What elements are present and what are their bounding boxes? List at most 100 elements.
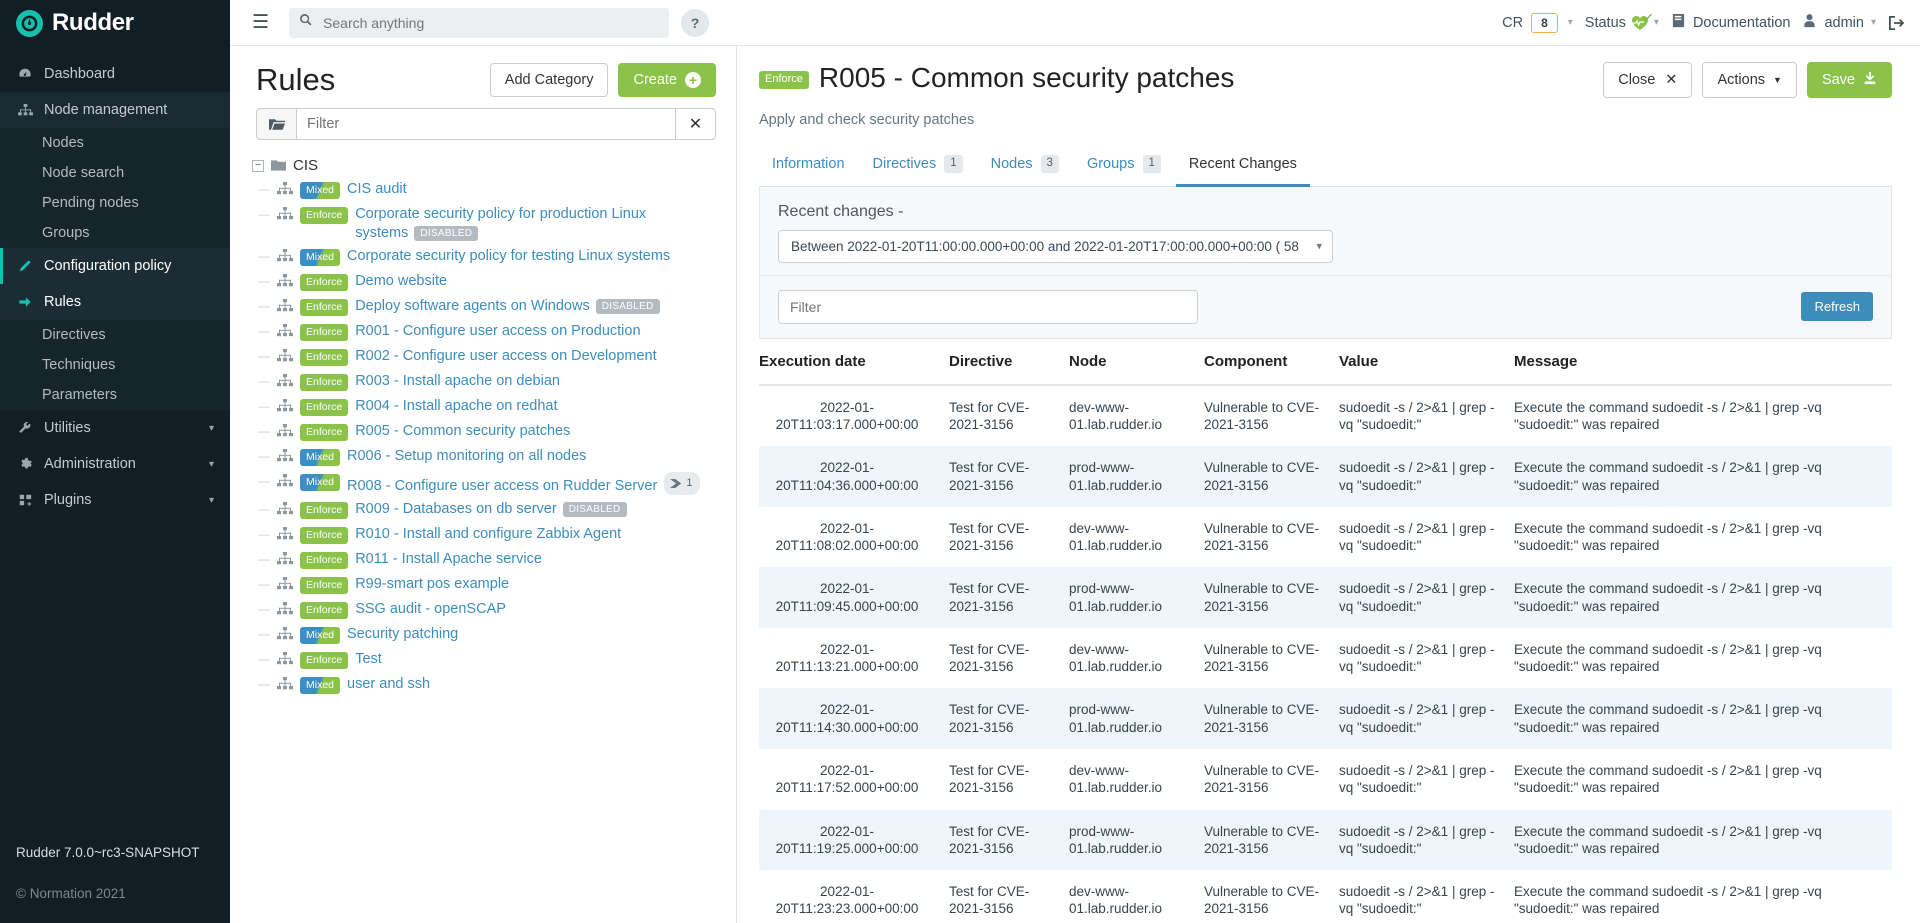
sidebar-item-utilities[interactable]: Utilities ▾ — [0, 410, 230, 446]
clear-filter-icon[interactable]: ✕ — [676, 108, 716, 140]
brand[interactable]: Rudder — [0, 0, 230, 46]
rule-name-link[interactable]: Test — [355, 650, 382, 669]
column-header-message[interactable]: Message — [1514, 339, 1892, 385]
tab-groups[interactable]: Groups 1 — [1074, 146, 1174, 187]
rule-name-link[interactable]: R002 - Configure user access on Developm… — [355, 347, 656, 366]
rule-name-link[interactable]: user and ssh — [347, 675, 430, 694]
logout-icon[interactable] — [1888, 14, 1906, 32]
column-header-execution-date[interactable]: Execution date — [759, 339, 949, 385]
rule-name-link[interactable]: R008 - Configure user access on Rudder S… — [347, 472, 700, 496]
help-icon[interactable]: ? — [681, 9, 709, 37]
rule-name-link[interactable]: R009 - Databases on db serverDISABLED — [355, 500, 626, 519]
menu-toggle-icon[interactable]: ☰ — [244, 11, 277, 34]
table-row[interactable]: 2022-01-20T11:09:45.000+00:00Test for CV… — [759, 567, 1892, 628]
rule-name-link[interactable]: Deploy software agents on WindowsDISABLE… — [355, 297, 659, 316]
sidebar-item-dashboard[interactable]: Dashboard — [0, 56, 230, 92]
table-row[interactable]: 2022-01-20T11:04:36.000+00:00Test for CV… — [759, 446, 1892, 507]
sidebar-item-node-search[interactable]: Node search — [0, 158, 230, 188]
refresh-button[interactable]: Refresh — [1801, 292, 1873, 321]
rule-list-item[interactable]: —EnforceDeploy software agents on Window… — [258, 295, 726, 320]
changes-table-scroll[interactable]: Execution date Directive Node Component … — [759, 339, 1892, 923]
rule-name-link[interactable]: Demo website — [355, 272, 447, 291]
sidebar-item-rules[interactable]: Rules — [0, 284, 230, 320]
documentation-link[interactable]: Documentation — [1671, 13, 1791, 32]
rule-list-item[interactable]: —Mixeduser and ssh — [258, 673, 726, 698]
rule-name-link[interactable]: Security patching — [347, 625, 458, 644]
sidebar-item-nodes[interactable]: Nodes — [0, 128, 230, 158]
sidebar-item-administration[interactable]: Administration ▾ — [0, 446, 230, 482]
sidebar-item-configuration-policy[interactable]: Configuration policy — [0, 248, 230, 284]
close-button[interactable]: Close ✕ — [1603, 62, 1692, 98]
table-row[interactable]: 2022-01-20T11:14:30.000+00:00Test for CV… — [759, 688, 1892, 749]
create-rule-button[interactable]: Create + — [618, 63, 716, 97]
actions-button[interactable]: Actions ▼ — [1702, 62, 1796, 98]
rule-name-link[interactable]: R006 - Setup monitoring on all nodes — [347, 447, 586, 466]
rule-list-item[interactable]: —EnforceR004 - Install apache on redhat — [258, 395, 726, 420]
tab-nodes[interactable]: Nodes 3 — [978, 146, 1072, 187]
sidebar-item-node-management[interactable]: Node management — [0, 92, 230, 128]
rule-name-link[interactable]: Corporate security policy for testing Li… — [347, 247, 670, 266]
rule-list-item[interactable]: —EnforceSSG audit - openSCAP — [258, 598, 726, 623]
rule-list-item[interactable]: —EnforceR005 - Common security patches — [258, 420, 726, 445]
column-header-value[interactable]: Value — [1339, 339, 1514, 385]
rule-name-link[interactable]: CIS audit — [347, 180, 407, 199]
rule-list-item[interactable]: —MixedSecurity patching — [258, 623, 726, 648]
rule-name-link[interactable]: R003 - Install apache on debian — [355, 372, 560, 391]
rule-list-item[interactable]: —EnforceR99-smart pos example — [258, 573, 726, 598]
sidebar-item-pending-nodes[interactable]: Pending nodes — [0, 188, 230, 218]
rule-name-link[interactable]: R99-smart pos example — [355, 575, 509, 594]
collapse-toggle-icon[interactable]: − — [252, 160, 264, 172]
rule-list-item[interactable]: —EnforceCorporate security policy for pr… — [258, 203, 726, 245]
sidebar-item-groups[interactable]: Groups — [0, 218, 230, 248]
user-menu[interactable]: admin ▾ — [1802, 13, 1876, 32]
table-row[interactable]: 2022-01-20T11:19:25.000+00:00Test for CV… — [759, 810, 1892, 871]
rule-name-link[interactable]: R005 - Common security patches — [355, 422, 570, 441]
status-menu[interactable]: Status ▾ — [1585, 15, 1659, 31]
tab-recent-changes[interactable]: Recent Changes — [1176, 146, 1310, 187]
rule-name-link[interactable]: R011 - Install Apache service — [355, 550, 542, 569]
rule-name-link[interactable]: R010 - Install and configure Zabbix Agen… — [355, 525, 621, 544]
column-header-directive[interactable]: Directive — [949, 339, 1069, 385]
sidebar-item-techniques[interactable]: Techniques — [0, 350, 230, 380]
rule-list-item[interactable]: —EnforceR009 - Databases on db serverDIS… — [258, 498, 726, 523]
rule-list-item[interactable]: —EnforceR001 - Configure user access on … — [258, 320, 726, 345]
rule-list-item[interactable]: —MixedCIS audit — [258, 178, 726, 203]
search-box[interactable] — [289, 8, 669, 38]
rule-list-item[interactable]: —EnforceR003 - Install apache on debian — [258, 370, 726, 395]
column-header-component[interactable]: Component — [1204, 339, 1339, 385]
rule-name-link[interactable]: Corporate security policy for production… — [355, 205, 726, 243]
changes-filter-input[interactable] — [778, 290, 1198, 324]
rule-name-link[interactable]: SSG audit - openSCAP — [355, 600, 506, 619]
change-requests-menu[interactable]: CR 8 ▾ — [1502, 13, 1573, 33]
sidebar-item-directives[interactable]: Directives — [0, 320, 230, 350]
column-header-node[interactable]: Node — [1069, 339, 1204, 385]
tab-information[interactable]: Information — [759, 146, 858, 187]
cell-directive: Test for CVE-2021-3156 — [949, 749, 1069, 810]
add-category-button[interactable]: Add Category — [490, 63, 609, 97]
sidebar-item-parameters[interactable]: Parameters — [0, 380, 230, 410]
tab-label: Information — [772, 156, 845, 172]
time-range-select[interactable]: Between 2022-01-20T11:00:00.000+00:00 an… — [778, 230, 1333, 263]
rule-list-item[interactable]: —EnforceDemo website — [258, 270, 726, 295]
rule-list-item[interactable]: —EnforceR002 - Configure user access on … — [258, 345, 726, 370]
table-row[interactable]: 2022-01-20T11:17:52.000+00:00Test for CV… — [759, 749, 1892, 810]
table-row[interactable]: 2022-01-20T11:23:23.000+00:00Test for CV… — [759, 870, 1892, 923]
save-button[interactable]: Save — [1807, 62, 1892, 98]
sidebar-item-plugins[interactable]: Plugins ▾ — [0, 482, 230, 518]
rule-list-item[interactable]: —EnforceR010 - Install and configure Zab… — [258, 523, 726, 548]
tree-category-cis[interactable]: − CIS — [252, 154, 726, 178]
table-row[interactable]: 2022-01-20T11:03:17.000+00:00Test for CV… — [759, 385, 1892, 447]
folder-open-icon[interactable] — [256, 108, 296, 140]
rule-name-link[interactable]: R001 - Configure user access on Producti… — [355, 322, 640, 341]
rule-list-item[interactable]: —MixedR008 - Configure user access on Ru… — [258, 470, 726, 498]
tab-directives[interactable]: Directives 1 — [860, 146, 976, 187]
rule-list-item[interactable]: —MixedCorporate security policy for test… — [258, 245, 726, 270]
rule-list-item[interactable]: —EnforceTest — [258, 648, 726, 673]
rule-list-item[interactable]: —MixedR006 - Setup monitoring on all nod… — [258, 445, 726, 470]
rule-name-link[interactable]: R004 - Install apache on redhat — [355, 397, 557, 416]
rules-filter-input[interactable] — [296, 108, 676, 140]
rule-list-item[interactable]: —EnforceR011 - Install Apache service — [258, 548, 726, 573]
table-row[interactable]: 2022-01-20T11:08:02.000+00:00Test for CV… — [759, 507, 1892, 568]
table-row[interactable]: 2022-01-20T11:13:21.000+00:00Test for CV… — [759, 628, 1892, 689]
search-input[interactable] — [323, 15, 659, 31]
